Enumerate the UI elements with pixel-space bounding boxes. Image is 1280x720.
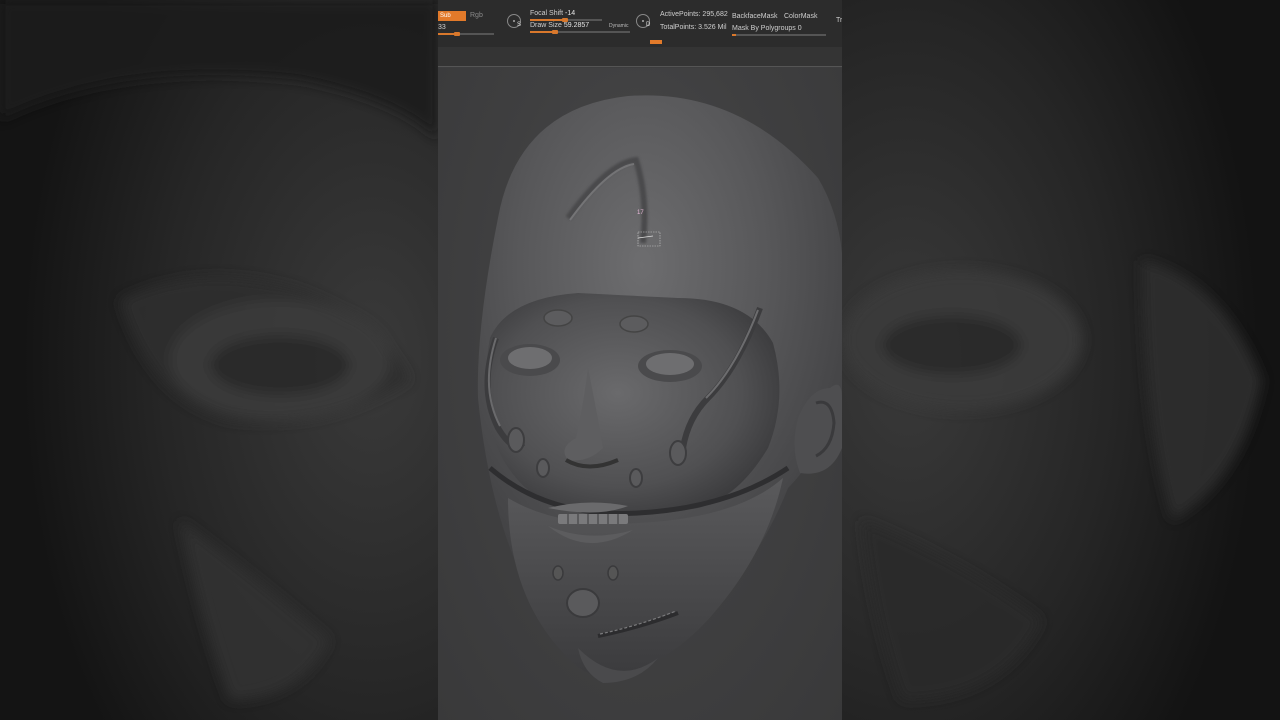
- tray-toggle-tab[interactable]: [650, 40, 662, 44]
- zbrush-window: Sub Rgb 33 S Focal Shift -14 Draw Size 5…: [438, 0, 842, 720]
- blurred-face-right: [842, 0, 1280, 720]
- total-points-readout: TotalPoints: 3.526 Mil: [660, 24, 727, 31]
- draw-size-slider[interactable]: [530, 31, 630, 33]
- focal-shift-label[interactable]: Focal Shift -14: [530, 10, 575, 18]
- mask-by-polygroups-slider[interactable]: [732, 34, 826, 36]
- focal-shift-value: -14: [565, 10, 576, 17]
- sculpted-head-model: [477, 95, 842, 683]
- blurred-background-right: [842, 0, 1280, 720]
- truncated-right-button[interactable]: Tr: [836, 17, 842, 25]
- draw-size-slider-knob[interactable]: [552, 30, 558, 34]
- backface-mask-button[interactable]: BackfaceMask: [732, 13, 778, 21]
- active-points-readout: ActivePoints: 295,682: [660, 11, 728, 18]
- draw-size-label[interactable]: Draw Size 59.2857: [530, 22, 589, 30]
- blurred-background-left: [0, 0, 438, 720]
- mask-by-polygroups-label[interactable]: Mask By Polygroups 0: [732, 25, 802, 33]
- intensity-slider-knob[interactable]: [454, 32, 460, 36]
- sculpt-canvas[interactable]: 17: [438, 68, 842, 720]
- dial-s-letter: S: [517, 22, 522, 28]
- dynamic-button[interactable]: Dynamic: [609, 22, 628, 30]
- rgb-label[interactable]: Rgb: [470, 12, 483, 20]
- toolbar-shelf: [438, 47, 842, 67]
- draw-size-value: 59.2857: [563, 22, 590, 29]
- video-frame: Sub Rgb 33 S Focal Shift -14 Draw Size 5…: [0, 0, 1280, 720]
- top-toolbar: Sub Rgb 33 S Focal Shift -14 Draw Size 5…: [438, 0, 842, 47]
- blurred-face-left: [0, 0, 438, 720]
- sub-button[interactable]: Sub: [438, 11, 466, 21]
- intensity-slider[interactable]: [438, 33, 494, 35]
- brush-cursor-label: 17: [637, 210, 644, 216]
- intensity-value: 33: [438, 24, 446, 31]
- color-mask-button[interactable]: ColorMask: [784, 13, 817, 21]
- dial-d-letter: D: [646, 22, 651, 28]
